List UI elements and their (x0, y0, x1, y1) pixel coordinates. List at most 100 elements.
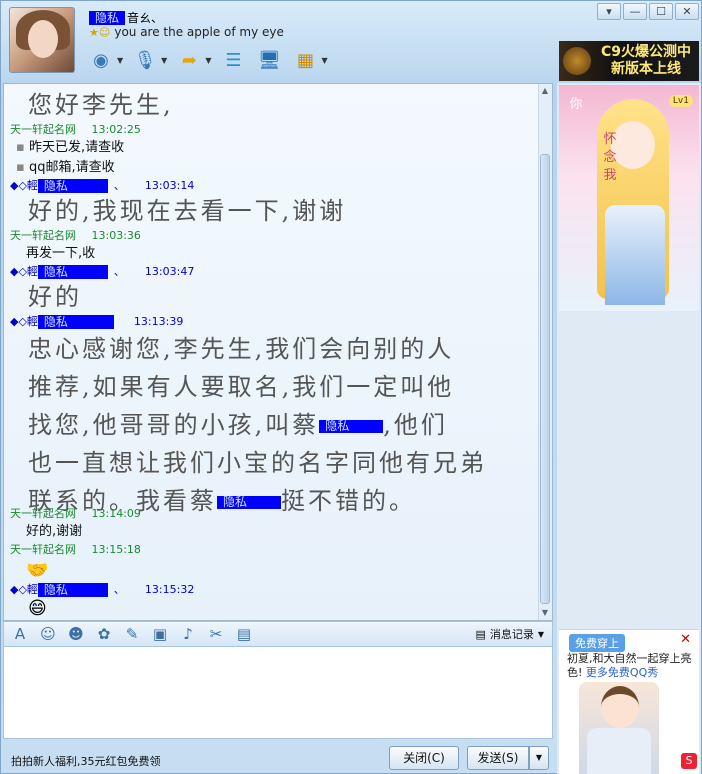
contact-avatar[interactable] (9, 7, 75, 73)
screenshot-scissors-icon[interactable]: ✂ (206, 625, 226, 643)
free-wear-badge[interactable]: 免费穿上 (569, 634, 625, 652)
sender-prefix[interactable]: ◆◇輕 (10, 582, 38, 598)
close-window-button[interactable]: ✕ (675, 3, 699, 20)
contact-name[interactable]: 隐私 音ㄠ、 (89, 9, 163, 26)
sogou-logo-icon: S (681, 753, 697, 769)
sender-suffix: 、 (113, 265, 125, 278)
scroll-down-icon[interactable]: ▼ (539, 607, 551, 619)
game-ad-line2: 新版本上线 (610, 61, 681, 77)
minimize-button[interactable]: — (623, 3, 647, 20)
chat-toolbar: ◉ ▼ 🎙 ▼ ➦ ▼ ☰ 🖥 ▦ ▼ (87, 45, 328, 75)
close-icon[interactable]: ✕ (680, 632, 691, 647)
girl-dress (605, 205, 665, 305)
game-ad-line1: C9火爆公测中 (600, 44, 691, 60)
send-button[interactable]: 发送(S) (467, 746, 529, 770)
message-input[interactable] (3, 647, 553, 739)
message-text: 好的,谢谢 (26, 524, 83, 539)
sender-suffix: 、 (113, 583, 125, 596)
image-icon[interactable]: ▣ (150, 625, 170, 643)
message-text: 再发一下,收 (26, 246, 96, 261)
send-options-button[interactable]: ▼ (529, 746, 549, 770)
sender-header: 天一轩起名网 13:15:18 (10, 542, 141, 558)
webcam-icon: ◉ (93, 49, 109, 71)
message-time: 13:14:09 (91, 507, 141, 520)
message-text-content: 找您,他哥哥的小孩,叫蔡 (28, 411, 320, 439)
ad-link[interactable]: 更多免费QQ秀 (586, 666, 658, 679)
message-text: ▪ qq邮箱,请查收 (16, 160, 115, 175)
boy-head (601, 686, 639, 728)
boy-shirt (587, 728, 651, 774)
music-icon[interactable]: ♪ (178, 625, 198, 643)
folder-arrow-icon: ➦ (181, 49, 197, 71)
game-logo-icon (563, 47, 591, 75)
history-icon: ▤ (475, 627, 486, 641)
message-time: 13:13:39 (133, 315, 184, 328)
sender-name[interactable]: 天一轩起名网 (10, 123, 76, 136)
sender-name[interactable]: 天一轩起名网 (10, 543, 76, 556)
create-discussion-button[interactable]: ☰ (219, 45, 247, 75)
message-text-content: 昨天已发,请查收 (28, 140, 125, 155)
menu-button[interactable]: ▾ (597, 3, 621, 20)
chevron-down-icon[interactable]: ▼ (205, 56, 211, 65)
privacy-mask: 隐私 (37, 179, 108, 193)
promo-link[interactable]: 拍拍新人福利,35元红包免费领 (11, 753, 161, 769)
close-button[interactable]: 关闭(C) (389, 746, 459, 770)
message-text: 好的,我现在去看一下,谢谢 (28, 197, 347, 225)
game-ad-banner[interactable]: C9火爆公测中 新版本上线 (559, 41, 699, 81)
message-history-button[interactable]: ▤ 消息记录 ▼ (475, 626, 544, 642)
history-label: 消息记录 (489, 628, 534, 641)
sender-name[interactable]: 天一轩起名网 (10, 229, 76, 242)
more-tools-icon[interactable]: ▤ (234, 625, 254, 643)
message-time: 13:03:47 (144, 265, 195, 278)
edit-icon[interactable]: ✎ (122, 625, 142, 643)
message-text: 也一直想让我们小宝的名字同他有兄弟 (28, 449, 487, 477)
contact-signature: ★☺ you are the apple of my eye (89, 25, 284, 39)
qq-show-ad[interactable]: 免费穿上 ✕ 初夏,和大自然一起穿上亮色! 更多免费QQ秀 S (559, 629, 699, 774)
sender-header: ◆◇輕 隐私 13:13:39 (10, 314, 183, 330)
sender-header: 天一轩起名网 13:14:09 (10, 506, 141, 522)
video-call-button[interactable]: ◉ ▼ (87, 45, 123, 75)
message-text-content: qq邮箱,请查收 (28, 160, 115, 175)
message-text-content: ,他们 (383, 411, 448, 439)
privacy-mask: 隐私 (89, 10, 126, 25)
chevron-down-icon[interactable]: ▼ (117, 56, 123, 65)
privacy-mask: 隐私 (37, 583, 108, 597)
signature-text: you are the apple of my eye (114, 25, 284, 39)
send-file-button[interactable]: ➦ ▼ (175, 45, 212, 75)
message-text: 您好李先生, (28, 91, 174, 119)
face-icon[interactable]: ☻ (66, 625, 86, 643)
apps-button[interactable]: ▦ ▼ (291, 45, 328, 75)
scroll-up-icon[interactable]: ▲ (539, 85, 551, 97)
magic-emoticon-icon[interactable]: ✿ (94, 625, 114, 643)
message-time: 13:15:32 (144, 583, 195, 596)
sender-prefix[interactable]: ◆◇輕 (10, 314, 38, 330)
voice-call-button[interactable]: 🎙 ▼ (131, 45, 168, 75)
font-icon[interactable]: A (10, 625, 30, 643)
input-toolbar: A ☺ ☻ ✿ ✎ ▣ ♪ ✂ ▤ ▤ 消息记录 ▼ (3, 621, 553, 647)
remote-assistance-button[interactable]: 🖥 (255, 45, 283, 75)
maximize-button[interactable]: ☐ (649, 3, 673, 20)
ad-text: 初夏,和大自然一起穿上亮色! 更多免费QQ秀 (567, 652, 695, 680)
header: 隐私 音ㄠ、 ★☺ you are the apple of my eye ◉ ▼… (1, 1, 702, 83)
message-history[interactable]: 您好李先生, 天一轩起名网 13:02:25 ▪ 昨天已发,请查收 ▪ qq邮箱… (3, 83, 553, 621)
sender-name[interactable]: 天一轩起名网 (10, 507, 76, 520)
chat-scrollbar[interactable]: ▲ ▼ (538, 84, 552, 620)
sender-header: ◆◇輕 隐私 、 13:15:32 (10, 582, 194, 598)
sender-header: 天一轩起名网 13:02:25 (10, 122, 141, 138)
apps-box-icon: ▦ (296, 49, 314, 71)
show-text-2: 怀念我 (603, 132, 617, 183)
message-text: 推荐,如果有人要取名,我们一定叫他 (28, 373, 455, 401)
chevron-down-icon[interactable]: ▼ (321, 56, 327, 65)
smile-emoticon-icon: 😄 (28, 598, 47, 619)
message-text: 忠心感谢您,李先生,我们会向别的人 (28, 335, 455, 363)
message-text: 好的 (28, 283, 82, 311)
qq-show-image[interactable]: 你 怀念我 Lv1 (559, 85, 699, 311)
window-controls: ▾ — ☐ ✕ (597, 3, 699, 20)
chevron-down-icon[interactable]: ▼ (161, 56, 167, 65)
emoticon-icon[interactable]: ☺ (38, 625, 58, 643)
microphone-icon: 🎙 (133, 49, 157, 71)
message-text-content: 挺不错的。 (281, 487, 416, 515)
scroll-thumb[interactable] (540, 154, 550, 604)
privacy-mask: 隐私 (319, 420, 384, 433)
sender-header: 天一轩起名网 13:03:36 (10, 228, 141, 244)
